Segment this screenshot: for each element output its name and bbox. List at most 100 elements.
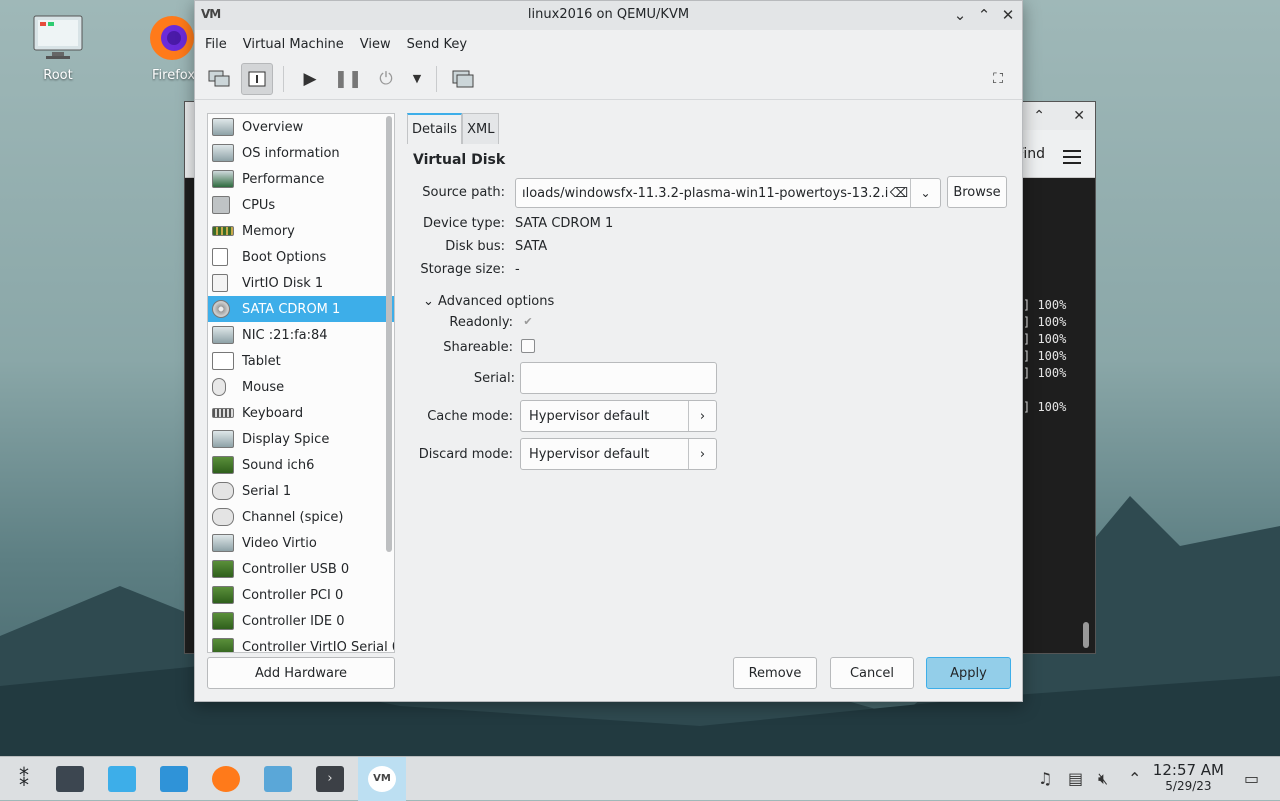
hardware-item-nic[interactable]: NIC :21:fa:84 [208, 322, 394, 348]
serial-port-icon [212, 482, 234, 500]
close-icon[interactable]: ✕ [1073, 108, 1085, 124]
notifications-icon[interactable]: ♫ [1038, 769, 1052, 788]
serial-input[interactable] [520, 362, 717, 394]
apply-button[interactable]: Apply [926, 657, 1011, 689]
hardware-item-performance[interactable]: Performance [208, 166, 394, 192]
terminal-progress-output: ] 100% ] 100% ] 100% ] 100% ] 100% ] 100… [1023, 298, 1067, 414]
clock-time: 12:57 AM [1152, 761, 1224, 779]
shutdown-menu-button[interactable]: ▼ [408, 63, 426, 95]
hardware-item-channel-spice[interactable]: Channel (spice) [208, 504, 394, 530]
computer-icon [32, 14, 84, 62]
cdrom-icon [212, 300, 230, 318]
clipboard-icon[interactable]: ▤ [1068, 769, 1083, 788]
clear-text-icon[interactable]: ⌫ [888, 186, 910, 201]
app-launcher-button[interactable]: ⁑ [0, 757, 48, 801]
snapshots-button[interactable] [447, 63, 479, 95]
firefox-icon [146, 14, 198, 62]
terminal-scrollbar[interactable] [1083, 622, 1089, 648]
system-settings-button[interactable] [46, 757, 94, 801]
run-button[interactable]: ▶ [294, 63, 326, 95]
chevron-up-icon[interactable]: ⌃ [1128, 769, 1141, 788]
remove-button[interactable]: Remove [733, 657, 817, 689]
hardware-item-controller-virtio-serial-0[interactable]: Controller VirtIO Serial 0 [208, 634, 394, 652]
shutdown-button[interactable]: ⏻ [370, 63, 402, 95]
menu-file[interactable]: File [197, 37, 235, 52]
browse-button[interactable]: Browse [947, 176, 1007, 208]
file-manager-window-button[interactable] [254, 757, 302, 801]
hamburger-menu-icon[interactable] [1063, 146, 1081, 168]
firefox-taskbar-button[interactable] [202, 757, 250, 801]
hardware-item-keyboard[interactable]: Keyboard [208, 400, 394, 426]
window-title: linux2016 on QEMU/KVM [527, 7, 690, 22]
hardware-list-scrollbar[interactable] [386, 116, 392, 552]
tablet-icon [212, 352, 234, 370]
serial-label: Serial: [473, 371, 515, 386]
menu-virtual-machine[interactable]: Virtual Machine [235, 37, 352, 52]
fullscreen-button[interactable]: ⛶ [982, 63, 1014, 95]
settings-icon [56, 766, 84, 792]
menu-view[interactable]: View [352, 37, 399, 52]
hardware-item-sata-cdrom-1[interactable]: SATA CDROM 1 [208, 296, 394, 322]
hardware-item-serial-1[interactable]: Serial 1 [208, 478, 394, 504]
readonly-checkbox[interactable]: ✔ [521, 315, 535, 329]
hardware-item-tablet[interactable]: Tablet [208, 348, 394, 374]
console-view-button[interactable] [203, 63, 235, 95]
boot-icon [212, 248, 228, 266]
hardware-item-cpus[interactable]: CPUs [208, 192, 394, 218]
taskbar: ⁑ › VM ♫ ▤ 🔇︎ ⌃ 12:57 AM 5/29/23 ▭ [0, 756, 1280, 801]
pause-icon: ❚❚ [333, 68, 363, 89]
volume-muted-icon[interactable]: 🔇︎ [1098, 769, 1108, 789]
source-path-label: Source path: [422, 185, 505, 200]
menu-send-key[interactable]: Send Key [399, 37, 475, 52]
hardware-item-os-information[interactable]: OS information [208, 140, 394, 166]
section-title: Virtual Disk [413, 152, 506, 168]
tab-xml[interactable]: XML [462, 113, 500, 144]
minimize-icon[interactable]: ⌄ [950, 5, 970, 25]
maximize-icon[interactable]: ⌃ [974, 5, 994, 25]
controller-icon [212, 612, 234, 630]
discard-mode-label: Discard mode: [418, 447, 513, 462]
vm-icon: VM [368, 766, 396, 792]
cache-mode-select[interactable]: Hypervisor default › [520, 400, 717, 432]
hardware-item-mouse[interactable]: Mouse [208, 374, 394, 400]
maximize-icon[interactable]: ⌃ [1033, 108, 1045, 124]
cancel-button[interactable]: Cancel [830, 657, 914, 689]
discard-mode-select[interactable]: Hypervisor default › [520, 438, 717, 470]
desktop-icon-root[interactable]: Root [18, 14, 98, 83]
details-pane: Virtual Disk Source path: ıloads/windows… [407, 144, 1011, 644]
pause-button[interactable]: ❚❚ [332, 63, 364, 95]
chevron-down-icon[interactable]: ⌄ [910, 179, 940, 207]
source-path-input[interactable]: ıloads/windowsfx-11.3.2-plasma-win11-pow… [516, 186, 888, 201]
source-path-combo[interactable]: ıloads/windowsfx-11.3.2-plasma-win11-pow… [515, 178, 941, 208]
mouse-icon [212, 378, 226, 396]
add-hardware-button[interactable]: Add Hardware [207, 657, 395, 689]
device-type-value: SATA CDROM 1 [515, 216, 614, 231]
caret-down-icon: ▼ [412, 72, 422, 85]
hardware-item-video-virtio[interactable]: Video Virtio [208, 530, 394, 556]
show-desktop-icon[interactable]: ▭ [1244, 769, 1259, 788]
hardware-item-boot-options[interactable]: Boot Options [208, 244, 394, 270]
terminal-button[interactable]: › [306, 757, 354, 801]
hardware-item-sound-ich6[interactable]: Sound ich6 [208, 452, 394, 478]
controller-icon [212, 586, 234, 604]
hardware-list[interactable]: Overview OS information Performance CPUs… [207, 113, 395, 653]
cache-mode-label: Cache mode: [427, 409, 513, 424]
tab-details[interactable]: Details [407, 113, 463, 144]
window-titlebar[interactable]: VM linux2016 on QEMU/KVM ⌄ ⌃ ✕ [195, 1, 1022, 30]
advanced-options-expander[interactable]: ⌄ Advanced options [423, 294, 554, 309]
hardware-item-display-spice[interactable]: Display Spice [208, 426, 394, 452]
file-manager-button[interactable] [150, 757, 198, 801]
details-view-button[interactable] [241, 62, 273, 95]
shareable-checkbox[interactable] [521, 339, 535, 353]
discover-button[interactable] [98, 757, 146, 801]
close-icon[interactable]: ✕ [998, 5, 1018, 25]
hardware-item-overview[interactable]: Overview [208, 114, 394, 140]
clock[interactable]: 12:57 AM 5/29/23 [1153, 761, 1224, 793]
hardware-item-controller-ide-0[interactable]: Controller IDE 0 [208, 608, 394, 634]
virt-manager-button[interactable]: VM [358, 757, 406, 801]
hardware-item-controller-pci-0[interactable]: Controller PCI 0 [208, 582, 394, 608]
hardware-item-memory[interactable]: Memory [208, 218, 394, 244]
folder-icon [160, 766, 188, 792]
hardware-item-virtio-disk-1[interactable]: VirtIO Disk 1 [208, 270, 394, 296]
hardware-item-controller-usb-0[interactable]: Controller USB 0 [208, 556, 394, 582]
